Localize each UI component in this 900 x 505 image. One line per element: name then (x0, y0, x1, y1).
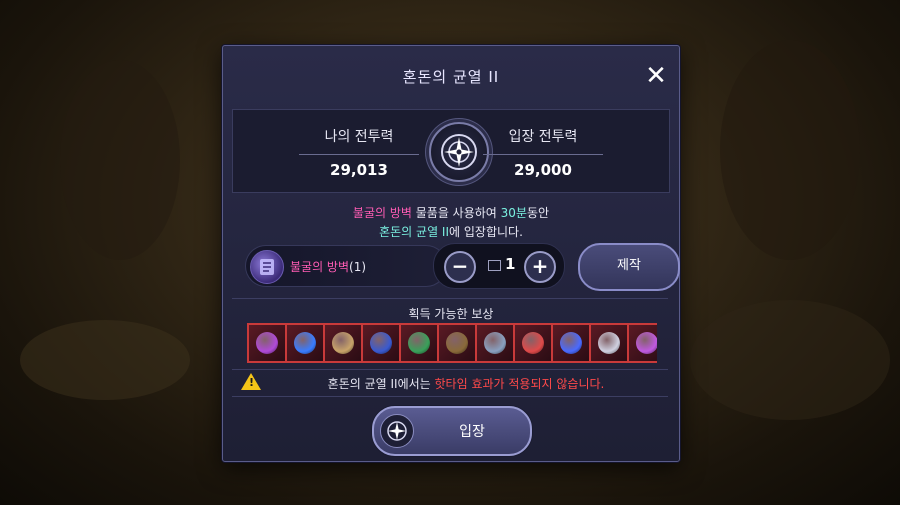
reward-item[interactable] (323, 323, 363, 363)
description-item-name: 불굴의 방벽 (352, 206, 412, 220)
reward-item[interactable] (247, 323, 287, 363)
chaos-rift-dialog: 혼돈의 균열 II ✕ 나의 전투력 29,013 입장 전투력 29,000 … (222, 45, 680, 462)
description-text: 물품을 사용하여 (411, 206, 501, 220)
divider (232, 396, 668, 397)
entry-item-count: (1) (349, 260, 367, 274)
entry-power-value: 29,000 (514, 161, 572, 179)
background-rock (60, 60, 180, 260)
entry-description: 불굴의 방벽 물품을 사용하여 30분동안 혼돈의 균열 II에 입장합니다. (223, 204, 679, 242)
my-power-value: 29,013 (330, 161, 388, 179)
blue-orb-icon (560, 332, 582, 354)
warning-highlight: 핫타임 효과가 적용되지 않습니다. (434, 377, 605, 391)
reward-list (247, 323, 657, 365)
entry-power-label: 입장 전투력 (508, 129, 578, 145)
reward-item[interactable] (399, 323, 439, 363)
warning-dungeon-name: 혼돈의 균열 II (327, 377, 398, 391)
combat-power-panel: 나의 전투력 29,013 입장 전투력 29,000 (232, 109, 670, 193)
my-power-label: 나의 전투력 (324, 129, 394, 145)
reward-item[interactable] (513, 323, 553, 363)
purple-orb-icon (256, 332, 278, 354)
description-text: 동안 (526, 206, 550, 220)
decrease-button[interactable]: − (444, 251, 476, 283)
description-duration: 30분 (500, 206, 527, 220)
entry-item-name: 불굴의 방벽(1) (290, 258, 366, 275)
craft-button[interactable]: 제작 (578, 243, 680, 291)
red-crystal-icon (522, 332, 544, 354)
scroll-icon (598, 332, 620, 354)
reward-item[interactable] (551, 323, 591, 363)
entry-power-column: 입장 전투력 29,000 (483, 126, 603, 179)
entry-item-slot[interactable]: 불굴의 방벽(1) (245, 245, 447, 287)
blue-tome-icon (370, 332, 392, 354)
compass-emblem-icon (429, 122, 489, 182)
warning-text-part: 에서는 (397, 377, 435, 391)
quantity-icon (488, 260, 501, 271)
divider (299, 154, 419, 155)
reward-item[interactable] (285, 323, 325, 363)
hottime-warning: ! 혼돈의 균열 II에서는 핫타임 효과가 적용되지 않습니다. (241, 373, 661, 393)
reward-item[interactable] (627, 323, 657, 363)
description-text: 에 입장합니다. (449, 225, 523, 239)
quantity-value: 1 (505, 255, 516, 273)
background-rock (690, 300, 890, 420)
compass-icon (380, 414, 414, 448)
purple-sphere-icon (636, 332, 657, 354)
divider (232, 298, 668, 299)
close-button[interactable]: ✕ (643, 63, 669, 90)
background-rock (20, 320, 190, 400)
green-tome-icon (408, 332, 430, 354)
scroll-item-icon (250, 250, 284, 284)
armor-piece-icon (332, 332, 354, 354)
warning-mark: ! (249, 376, 255, 389)
enter-button-label: 입장 (459, 424, 485, 440)
warning-text: 혼돈의 균열 II에서는 핫타임 효과가 적용되지 않습니다. (271, 375, 661, 392)
entry-item-row: 불굴의 방벽(1) − 1 + 제작 (245, 243, 680, 291)
my-power-column: 나의 전투력 29,013 (299, 126, 419, 179)
reward-item[interactable] (437, 323, 477, 363)
reward-item[interactable] (589, 323, 629, 363)
quantity-stepper: − 1 + (433, 243, 565, 289)
reward-item[interactable] (361, 323, 401, 363)
reward-item[interactable] (475, 323, 515, 363)
steel-chest-icon (484, 332, 506, 354)
dialog-title: 혼돈의 균열 II (402, 68, 500, 86)
rewards-label: 획득 가능한 보상 (408, 307, 494, 321)
description-dungeon-name: 혼돈의 균열 II (379, 225, 450, 239)
increase-button[interactable]: + (524, 251, 556, 283)
entry-item-label: 불굴의 방벽 (290, 260, 350, 274)
background-rock (720, 40, 860, 260)
divider (483, 154, 603, 155)
divider (232, 369, 668, 370)
enter-button[interactable]: 입장 (372, 406, 532, 456)
treasure-chest-icon (446, 332, 468, 354)
blue-crystal-icon (294, 332, 316, 354)
